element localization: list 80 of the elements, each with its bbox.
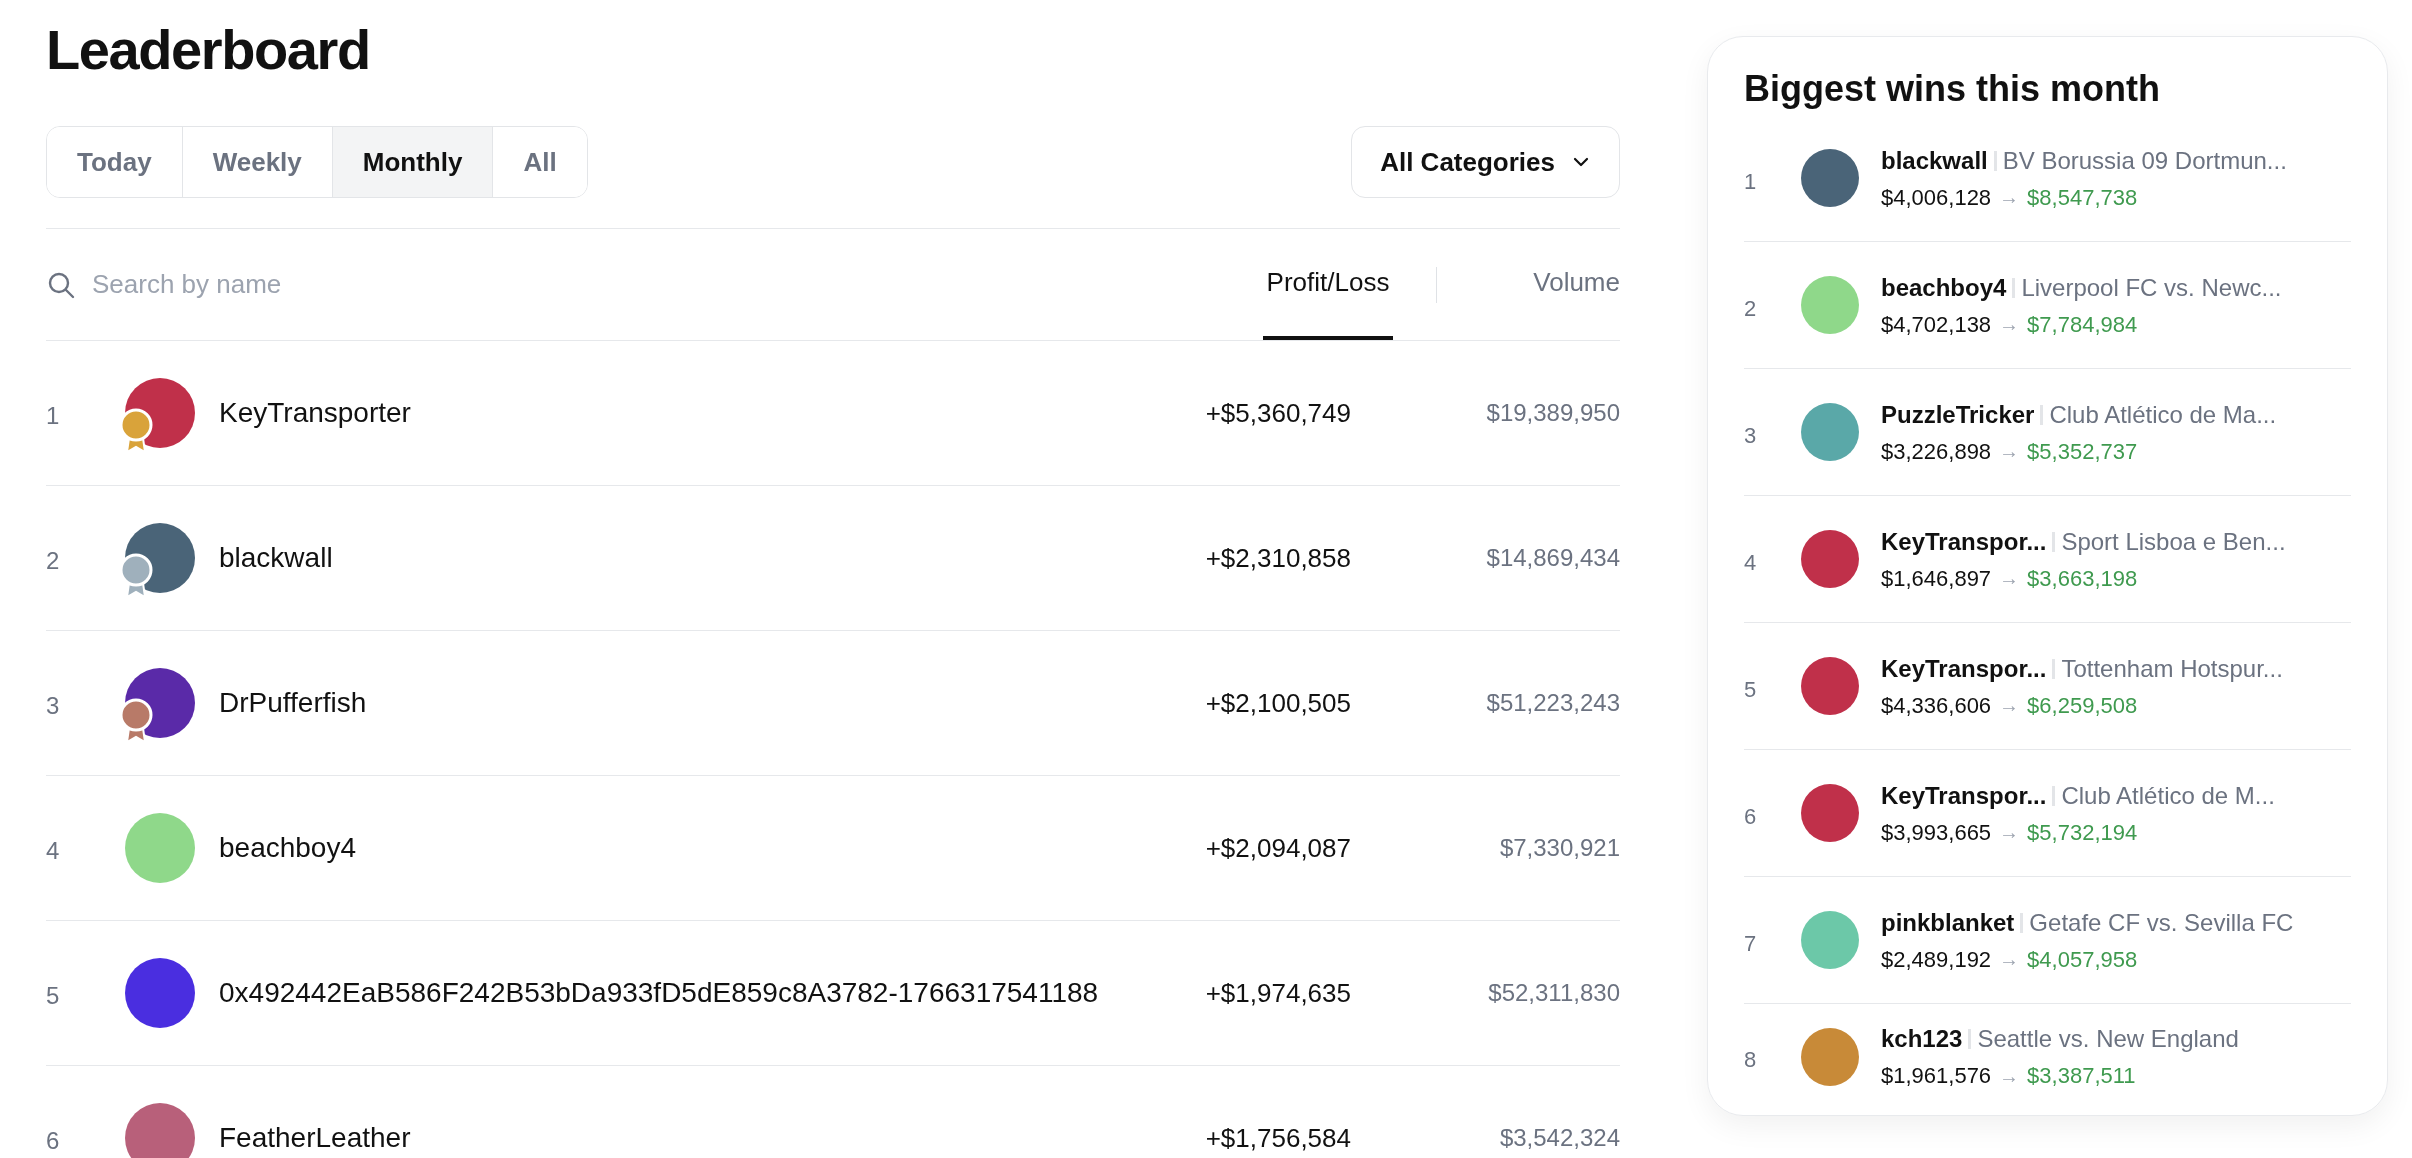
sort-tab[interactable]: Volume [1480,229,1620,340]
category-dropdown[interactable]: All Categories [1351,126,1620,198]
rank-number: 7 [1744,929,1758,958]
arrow-icon: → [1999,690,2020,720]
payout-amount: $3,663,198 [2027,564,2138,593]
stake-amount: $3,993,665 [1881,818,1992,847]
trader-name[interactable]: KeyTranspor... [1881,650,2047,687]
trader-name[interactable]: pinkblanket [1881,904,2015,941]
rank-number: 5 [1744,675,1758,704]
trader-name[interactable]: PuzzleTricker [1881,396,2035,433]
sort-tab[interactable]: Profit/Loss [1263,229,1393,340]
payout-amount: $6,259,508 [2027,691,2138,720]
arrow-icon: → [1999,563,2020,593]
rank-number: 1 [1744,167,1758,196]
trader-name[interactable]: blackwall [1881,142,1988,179]
rank-number: 5 [46,981,61,1011]
market-name: Tottenham Hotspur... [2061,653,2283,684]
profit-loss-value: +$5,360,749 [1204,396,1351,430]
stake-amount: $4,006,128 [1881,183,1992,212]
payout-amount: $8,547,738 [2027,183,2138,212]
arrow-icon: → [1999,944,2020,974]
trader-name[interactable]: beachboy4 [1881,269,2007,306]
profit-loss-value: +$1,756,584 [1204,1121,1351,1155]
market-name: Sport Lisboa e Ben... [2061,526,2286,557]
profit-loss-value: +$1,974,635 [1204,976,1351,1010]
profit-loss-value: +$2,100,505 [1204,686,1351,720]
arrow-icon: → [1999,1060,2020,1091]
arrow-icon: → [1999,436,2020,466]
rank-number: 3 [46,691,61,721]
volume-value: $3,542,324 [1498,1123,1620,1153]
market-name: Club Atlético de Ma... [2049,399,2277,430]
market-name: BV Borussia 09 Dortmun... [2002,145,2287,176]
trader-name[interactable]: FeatherLeather [219,1117,1151,1158]
panel-title: Biggest wins this month [1744,67,2160,111]
volume-value: $51,223,243 [1485,688,1620,718]
stake-amount: $2,489,192 [1881,945,1992,974]
trader-name[interactable]: DrPufferfish [219,682,1151,724]
payout-amount: $7,784,984 [2027,310,2138,339]
period-tab[interactable]: Monthly [331,127,493,197]
trader-name[interactable]: KeyTransporter [219,392,1151,434]
search-input[interactable]: Search by name [92,265,1263,304]
trader-name[interactable]: beachboy4 [219,827,1151,869]
rank-number: 3 [1744,421,1758,450]
rank-number: 1 [46,401,61,431]
payout-amount: $3,387,511 [2027,1062,2136,1090]
profit-loss-value: +$2,094,087 [1204,831,1351,865]
arrow-icon: → [1999,309,2020,339]
market-name: Getafe CF vs. Sevilla FC [2029,907,2294,938]
stake-amount: $3,226,898 [1881,437,1992,466]
rank-number: 6 [1744,802,1758,831]
arrow-icon: → [1999,817,2020,847]
stake-amount: $1,646,897 [1881,564,1992,593]
market-name: Seattle vs. New England [1977,1024,2239,1054]
arrow-icon: → [1999,182,2020,212]
volume-value: $14,869,434 [1485,543,1620,573]
profit-loss-value: +$2,310,858 [1204,541,1351,575]
market-name: Club Atlético de M... [2061,780,2275,811]
payout-amount: $5,732,194 [2027,818,2138,847]
period-tab[interactable]: All [492,127,587,197]
stake-amount: $4,336,606 [1881,691,1992,720]
volume-value: $7,330,921 [1498,833,1620,863]
trader-name[interactable]: KeyTranspor... [1881,777,2047,814]
rank-number: 2 [1744,294,1758,323]
rank-number: 4 [46,836,61,866]
payout-amount: $5,352,737 [2027,437,2138,466]
rank-number: 8 [1744,1046,1758,1074]
market-name: Liverpool FC vs. Newc... [2021,272,2282,303]
trader-name[interactable]: blackwall [219,537,1151,579]
stake-amount: $1,961,576 [1881,1062,1992,1090]
rank-number: 2 [46,546,61,576]
trader-name[interactable]: 0x492442EaB586F242B53bDa933fD5dE859c8A3782-1766317541188 [219,972,1151,1014]
trader-name[interactable]: KeyTranspor... [1881,523,2047,560]
volume-value: $19,389,950 [1485,398,1620,428]
payout-amount: $4,057,958 [2027,945,2138,974]
trader-name[interactable]: kch123 [1881,1021,1963,1057]
rank-number: 4 [1744,548,1758,577]
stake-amount: $4,702,138 [1881,310,1992,339]
page-title: Leaderboard [46,18,370,82]
volume-value: $52,311,830 [1487,978,1620,1008]
rank-number: 6 [46,1126,61,1156]
